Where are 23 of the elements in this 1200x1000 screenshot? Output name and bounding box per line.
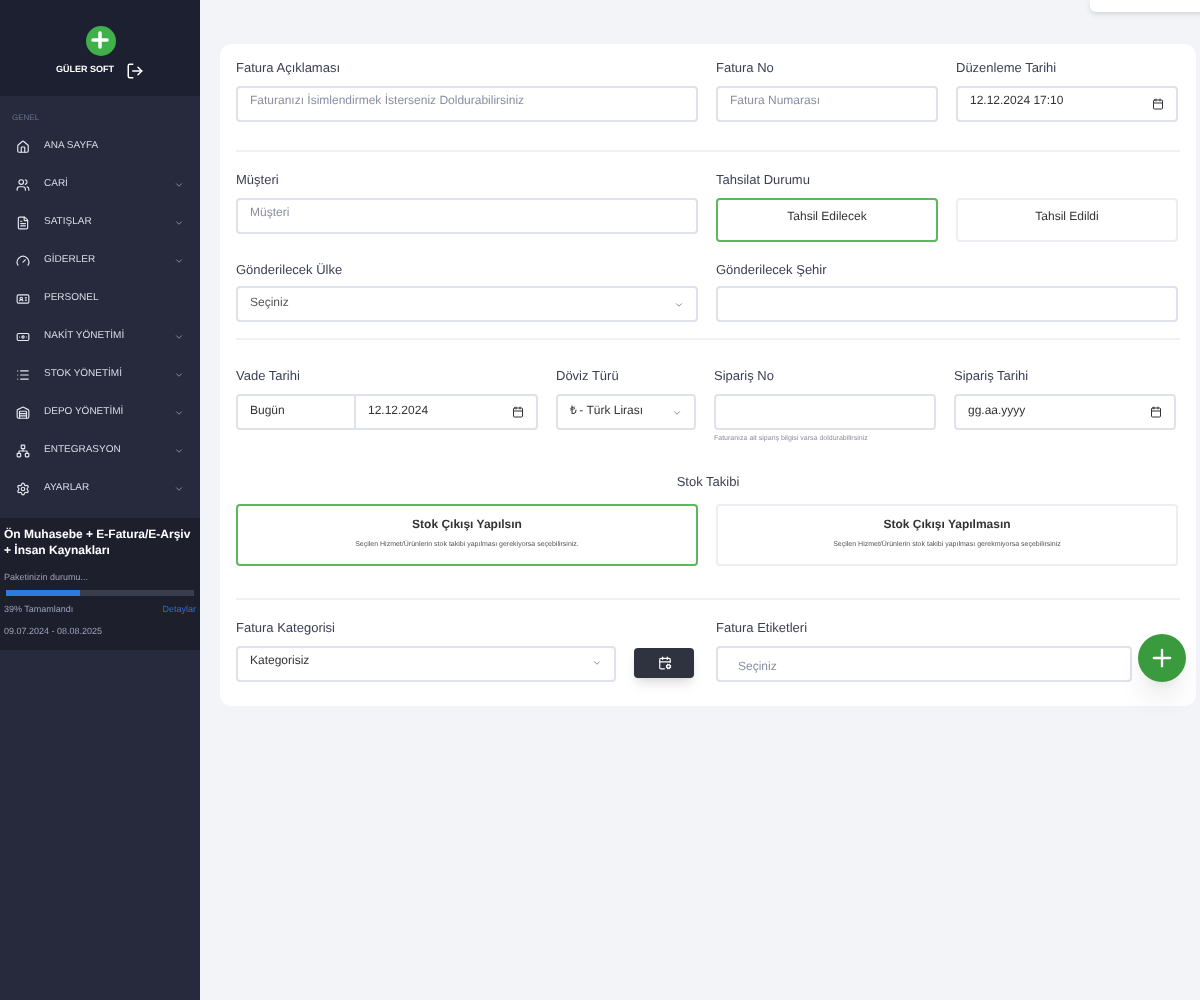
input-field[interactable]: [716, 286, 1178, 323]
document-icon: [16, 216, 30, 230]
list-icon: [16, 368, 30, 382]
banknote-icon: [16, 330, 30, 344]
caret-icon: [674, 299, 684, 310]
caret-icon: [592, 658, 602, 669]
home-icon: [16, 140, 30, 154]
warehouse-icon: [16, 406, 30, 420]
calendar-icon: [512, 406, 524, 418]
users-icon: [16, 178, 30, 192]
calendar-icon: [1152, 97, 1164, 110]
caret-icon: [672, 407, 682, 417]
settings-icon: [16, 482, 30, 496]
calendar-icon: [1150, 406, 1162, 418]
id-card-icon: [16, 292, 30, 306]
network-icon: [16, 444, 30, 458]
input-field[interactable]: [714, 394, 936, 430]
logout-icon[interactable]: [126, 61, 144, 79]
plus-icon: [1148, 644, 1176, 672]
gauge-icon: [16, 254, 30, 268]
category-settings-button[interactable]: [634, 647, 694, 678]
calendar-settings-icon: [657, 655, 671, 670]
plus-logo-icon: [85, 25, 115, 55]
